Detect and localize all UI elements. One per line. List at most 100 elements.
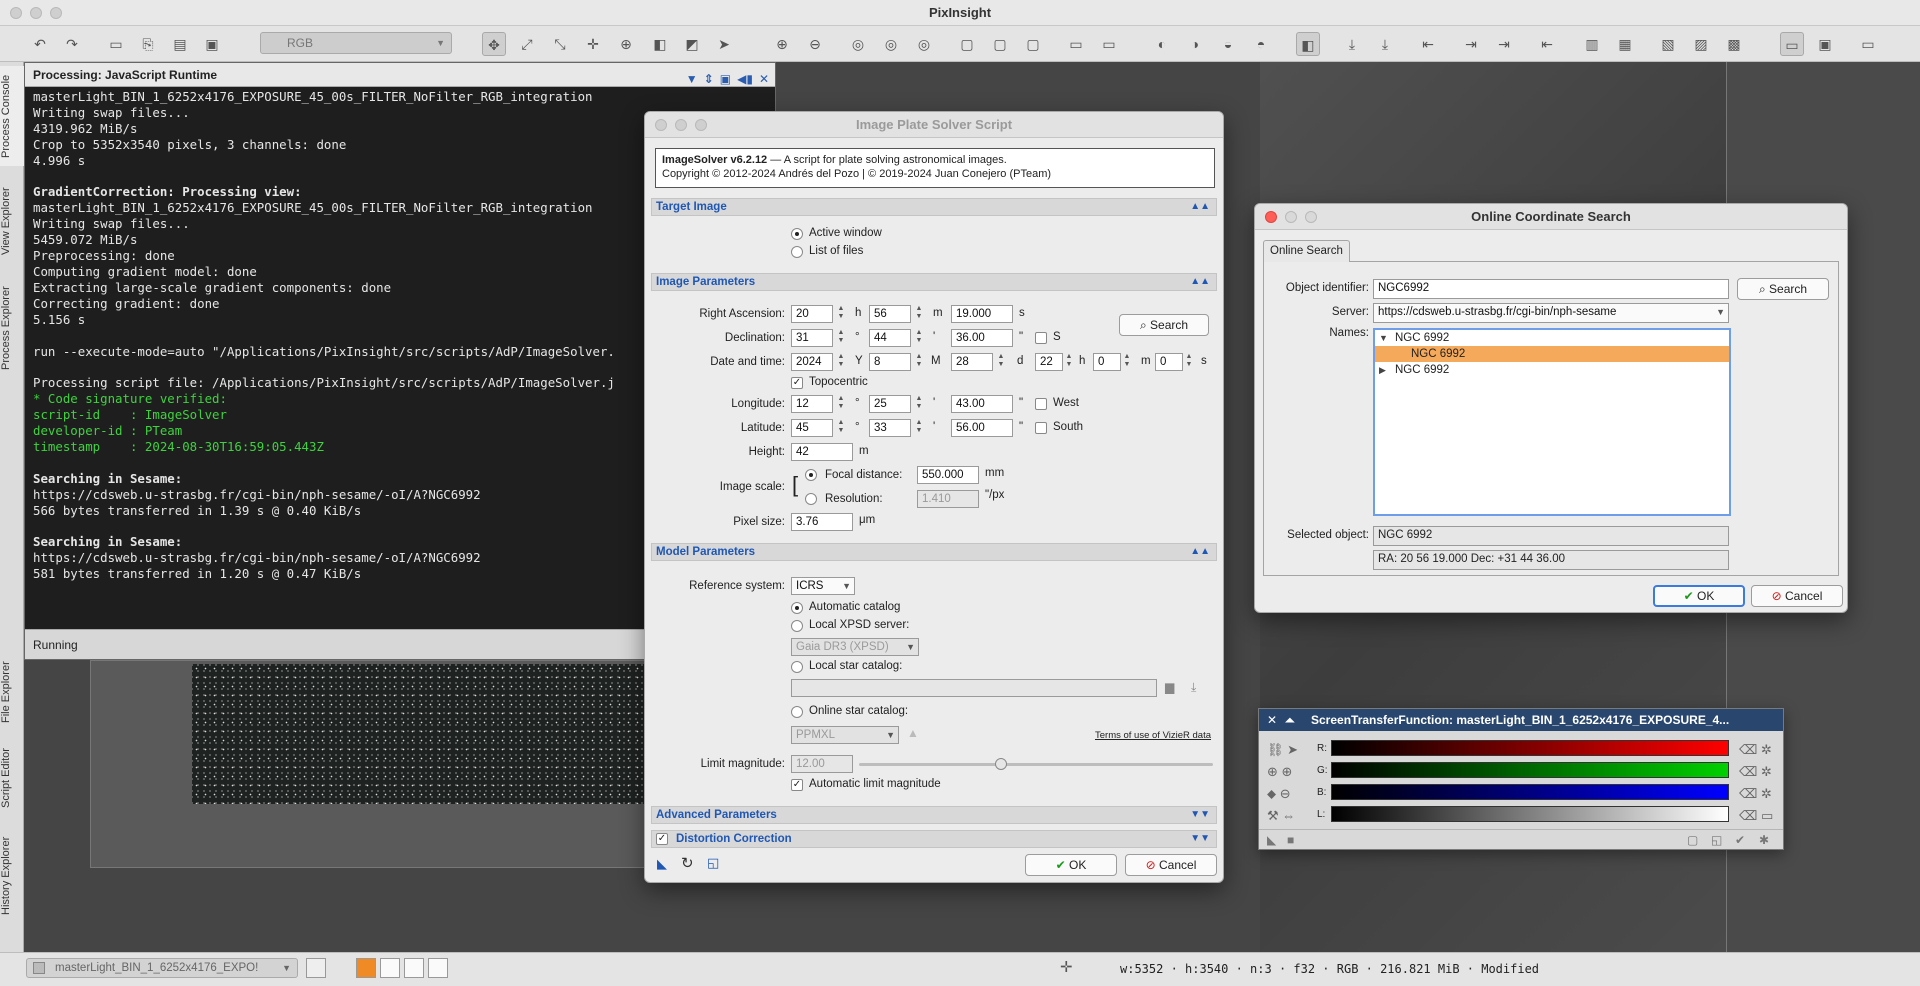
zoom-in-icon[interactable]: ⊕ <box>770 32 794 56</box>
tool-b-icon[interactable]: ◑ <box>1183 32 1207 56</box>
zoom-dot[interactable] <box>1305 211 1317 223</box>
fit-icon[interactable]: ⤢ <box>515 32 539 56</box>
topocentric-checkbox[interactable]: ✓ <box>791 377 803 389</box>
close-dot[interactable] <box>1265 211 1277 223</box>
zoom-2-icon[interactable]: ◎ <box>879 32 903 56</box>
local-star-path[interactable] <box>791 679 1157 697</box>
download-icon[interactable]: ⤓ <box>1191 680 1196 695</box>
document-icon[interactable]: ◱ <box>1711 830 1722 850</box>
preview-del-icon[interactable]: ▢ <box>1021 32 1045 56</box>
height-input[interactable]: 42 <box>791 443 853 461</box>
radio-local-star[interactable] <box>791 661 803 673</box>
toggle-icon[interactable]: ▭ <box>104 32 128 56</box>
limit-slider-knob[interactable] <box>994 758 1007 770</box>
preview-new-icon[interactable]: ▢ <box>955 32 979 56</box>
spin-icon[interactable]: ▲ ▼ <box>835 329 847 347</box>
spin-icon[interactable]: ▲ ▼ <box>835 305 847 323</box>
tool-3-icon[interactable] <box>404 958 424 978</box>
date-day[interactable]: 28 <box>951 353 993 371</box>
spin-icon[interactable]: ▲ ▼ <box>1121 353 1133 371</box>
stf-ramp-green[interactable] <box>1331 762 1729 778</box>
coord-cancel-button[interactable]: ⊘ Cancel <box>1751 585 1843 607</box>
preview-icon[interactable]: ▢ <box>1687 830 1698 850</box>
ra-minutes[interactable]: 56 <box>869 305 911 323</box>
tree-item[interactable]: NGC 6992 <box>1375 346 1729 362</box>
dec-seconds[interactable]: 36.00 <box>951 329 1013 347</box>
save-icon[interactable]: ▤ <box>168 32 192 56</box>
redo-icon[interactable]: ↷ <box>60 32 84 56</box>
online-catalog-select[interactable]: PPMXL ▼ <box>791 726 899 744</box>
section-distortion-correction[interactable]: ✓ Distortion Correction ▼▼ <box>651 830 1217 848</box>
tool-c-icon[interactable]: ◒ <box>1216 32 1240 56</box>
radio-resolution[interactable] <box>805 493 817 505</box>
layout-c-icon[interactable]: ▧ <box>1656 32 1680 56</box>
crosshair-icon[interactable]: ✛ <box>1060 958 1073 976</box>
spin-icon[interactable]: ▲ ▼ <box>835 353 847 371</box>
spin-icon[interactable]: ▲ ▼ <box>995 353 1007 371</box>
tool-2-icon[interactable] <box>380 958 400 978</box>
tool-d-icon[interactable]: ◓ <box>1249 32 1273 56</box>
names-tree[interactable]: ▼ NGC 6992 NGC 6992 ▶ NGC 6992 <box>1373 328 1731 516</box>
view-select[interactable]: masterLight_BIN_1_6252x4176_EXPO! ▼ <box>26 958 298 978</box>
spin-icon[interactable]: ▲ ▼ <box>1183 353 1195 371</box>
tab-online-search[interactable]: Online Search <box>1263 240 1350 262</box>
stf-ramp-blue[interactable] <box>1331 784 1729 800</box>
reference-system-select[interactable]: ICRS ▼ <box>791 577 855 595</box>
spin-icon[interactable]: ▲ ▼ <box>835 419 847 437</box>
lon-minutes[interactable]: 25 <box>869 395 911 413</box>
spin-icon[interactable]: ▲ ▼ <box>835 395 847 413</box>
apply-icon[interactable]: ■ <box>1287 830 1294 850</box>
zoom-dot[interactable] <box>50 7 62 19</box>
distortion-checkbox[interactable]: ✓ <box>656 833 668 845</box>
tool-g-icon[interactable]: ⇤ <box>1416 32 1440 56</box>
resolution-input[interactable]: 1.410 <box>917 490 979 508</box>
info-icon[interactable]: ▲ <box>907 726 919 740</box>
lat-seconds[interactable]: 56.00 <box>951 419 1013 437</box>
spin-icon[interactable]: ▲ ▼ <box>913 353 925 371</box>
close-dot[interactable] <box>10 7 22 19</box>
tool-j-icon[interactable]: ⇤ <box>1535 32 1559 56</box>
radio-local-xpsd[interactable] <box>791 620 803 632</box>
layout-e-icon[interactable]: ▩ <box>1722 32 1746 56</box>
tool-f-icon[interactable]: ⤓ <box>1373 32 1397 56</box>
close-icon[interactable]: ✕ <box>1267 709 1277 731</box>
new-instance-icon[interactable]: ◣ <box>657 856 667 872</box>
center-icon[interactable]: ⊕ <box>614 32 638 56</box>
tab-view-explorer[interactable]: View Explorer <box>0 176 24 266</box>
folder-icon[interactable]: ▆ <box>1165 680 1174 694</box>
tool-i-icon[interactable]: ⇥ <box>1492 32 1516 56</box>
limit-magnitude-input[interactable]: 12.00 <box>791 755 853 773</box>
preview-icon[interactable]: ▣ <box>200 32 224 56</box>
pointer-icon[interactable]: ➤ <box>712 32 736 56</box>
coord-ok-button[interactable]: ✔ OK <box>1653 585 1745 607</box>
preview-dup-icon[interactable]: ▢ <box>988 32 1012 56</box>
undo-icon[interactable]: ↶ <box>28 32 52 56</box>
collapsed-arrow-icon[interactable]: ▶ <box>1379 362 1386 378</box>
zoom-dot[interactable] <box>695 119 707 131</box>
float-icon[interactable]: ▣ <box>720 67 731 91</box>
close-dot[interactable] <box>655 119 667 131</box>
radio-focal[interactable] <box>805 469 817 481</box>
minimize-dot[interactable] <box>30 7 42 19</box>
apply-check-icon[interactable]: ✔ <box>1735 830 1745 850</box>
layout-d-icon[interactable]: ▨ <box>1689 32 1713 56</box>
limit-slider-track[interactable] <box>859 763 1213 766</box>
time-second[interactable]: 0 <box>1155 353 1183 371</box>
section-advanced-parameters[interactable]: Advanced Parameters ▼▼ <box>651 806 1217 824</box>
layout-b-icon[interactable]: ▦ <box>1613 32 1637 56</box>
color-tool-icon[interactable] <box>356 958 376 978</box>
south-s-checkbox[interactable] <box>1035 332 1047 344</box>
pixel-size-input[interactable]: 3.76 <box>791 513 853 531</box>
window-controls[interactable] <box>10 7 62 19</box>
tree-item[interactable]: ▼ NGC 6992 <box>1375 330 1729 346</box>
pan-tool-icon[interactable]: ✥ <box>482 32 506 56</box>
lon-degrees[interactable]: 12 <box>791 395 833 413</box>
edit-icon[interactable]: ◧ <box>648 32 672 56</box>
expanded-arrow-icon[interactable]: ▼ <box>1379 330 1388 346</box>
radio-online-star[interactable] <box>791 706 803 718</box>
west-checkbox[interactable] <box>1035 398 1047 410</box>
copy-icon[interactable]: ⎘ <box>136 32 160 56</box>
tab-process-console[interactable]: Process Console <box>0 66 24 166</box>
new-instance-icon[interactable]: ◣ <box>1267 830 1276 850</box>
view-options-icon[interactable] <box>306 958 326 978</box>
